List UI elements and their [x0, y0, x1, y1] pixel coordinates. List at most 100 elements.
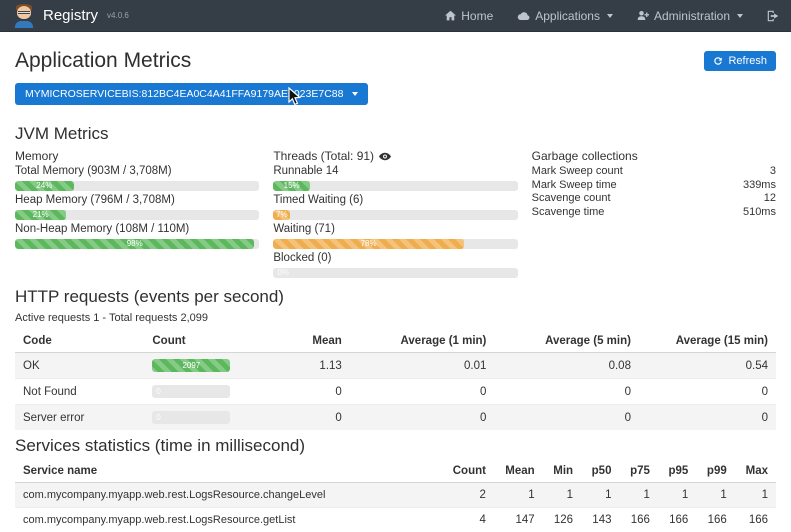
- count-value: 2097: [182, 361, 200, 371]
- top-navbar: Registry v4.0.6 Home Applications Admini…: [0, 0, 791, 32]
- metric-label: Runnable 14: [273, 165, 517, 178]
- col-p50: p50: [581, 461, 619, 483]
- services-statistics-heading: Services statistics (time in millisecond…: [15, 436, 776, 456]
- col-p99: p99: [696, 461, 734, 483]
- count-bar: 0: [152, 411, 230, 424]
- mean-cell: 0: [281, 379, 349, 405]
- table-row: com.mycompany.myapp.web.rest.LogsResourc…: [15, 508, 776, 532]
- refresh-button-label: Refresh: [728, 55, 767, 67]
- metric-label: Blocked (0): [273, 252, 517, 265]
- brand-name: Registry: [43, 7, 98, 24]
- col-max: Max: [735, 461, 776, 483]
- thread-metric: Waiting (71) 78%: [273, 223, 517, 249]
- gc-row: Scavenge count12: [532, 192, 776, 206]
- metric-label: Total Memory (903M / 3,708M): [15, 165, 259, 178]
- nav-home-label: Home: [461, 9, 493, 23]
- code-cell: Not Found: [15, 379, 144, 405]
- chevron-down-icon: [737, 14, 743, 18]
- progress-bar: 78%: [273, 239, 517, 249]
- mean-cell: 0: [281, 405, 349, 431]
- nav-applications[interactable]: Applications: [517, 9, 613, 23]
- brand-version: v4.0.6: [107, 11, 129, 20]
- progress-bar: 7%: [273, 210, 517, 220]
- memory-metric: Total Memory (903M / 3,708M) 24%: [15, 165, 259, 191]
- thread-metric: Timed Waiting (6) 7%: [273, 194, 517, 220]
- gc-row: Mark Sweep count 3: [532, 165, 776, 179]
- refresh-icon: [713, 56, 723, 66]
- eye-icon[interactable]: [379, 152, 391, 161]
- memory-metric: Non-Heap Memory (108M / 110M) 98%: [15, 223, 259, 249]
- progress-value: 98%: [127, 239, 143, 249]
- col-p75: p75: [619, 461, 657, 483]
- chevron-down-icon: [607, 14, 613, 18]
- http-requests-heading: HTTP requests (events per second): [15, 287, 776, 307]
- code-cell: OK: [15, 353, 144, 379]
- brand-link[interactable]: Registry v4.0.6: [12, 4, 129, 28]
- progress-value: 0%: [277, 268, 289, 278]
- col-avg5: Average (5 min): [494, 331, 639, 353]
- sign-out-icon: [767, 10, 779, 22]
- avg15-cell: 0: [639, 379, 776, 405]
- chevron-down-icon: [352, 92, 358, 96]
- col-avg1: Average (1 min): [350, 331, 495, 353]
- nav-home[interactable]: Home: [445, 9, 493, 23]
- avg1-cell: 0: [350, 405, 495, 431]
- metric-label: Timed Waiting (6): [273, 194, 517, 207]
- refresh-button[interactable]: Refresh: [704, 51, 776, 71]
- table-row: Not Found 0 0 0 0 0: [15, 379, 776, 405]
- memory-metric: Heap Memory (796M / 3,708M) 21%: [15, 194, 259, 220]
- progress-value: 21%: [33, 210, 49, 220]
- col-min: Min: [543, 461, 581, 483]
- avg1-cell: 0.01: [350, 353, 495, 379]
- col-mean: Mean: [494, 461, 543, 483]
- gc-row: Scavenge time510ms: [532, 206, 776, 220]
- gc-value: 339ms: [743, 179, 776, 193]
- cloud-icon: [517, 11, 530, 21]
- progress-bar: 0%: [273, 268, 517, 278]
- nav-administration-label: Administration: [654, 9, 730, 23]
- col-count: Count: [441, 461, 494, 483]
- nav-applications-label: Applications: [535, 9, 600, 23]
- service-name-cell: com.mycompany.myapp.web.rest.LogsResourc…: [15, 508, 441, 532]
- http-requests-table: Code Count Mean Average (1 min) Average …: [15, 331, 776, 430]
- threads-title: Threads (Total: 91): [273, 149, 374, 163]
- avg5-cell: 0.08: [494, 353, 639, 379]
- jvm-metrics-heading: JVM Metrics: [15, 124, 776, 144]
- nav-sign-out[interactable]: [767, 10, 779, 22]
- gc-title: Garbage collections: [532, 149, 776, 163]
- avg15-cell: 0.54: [639, 353, 776, 379]
- gc-column: Garbage collections Mark Sweep count 3 Ma…: [532, 149, 776, 281]
- table-row: OK 2097 1.13 0.01 0.08 0.54: [15, 353, 776, 379]
- users-icon: [637, 10, 649, 21]
- home-icon: [445, 10, 456, 21]
- gc-value: 3: [770, 165, 776, 179]
- count-bar: 2097: [152, 359, 230, 372]
- gc-row: Mark Sweep time339ms: [532, 179, 776, 193]
- threads-column: Threads (Total: 91) Runnable 14 15% Time…: [273, 149, 517, 281]
- instance-selector-dropdown[interactable]: MYMICROSERVICEBIS:812BC4EA0C4A41FFA9179A…: [15, 83, 368, 105]
- service-name-cell: com.mycompany.myapp.web.rest.LogsResourc…: [15, 483, 441, 508]
- progress-bar: 24%: [15, 181, 259, 191]
- http-requests-summary: Active requests 1 - Total requests 2,099: [15, 312, 776, 324]
- metric-label: Heap Memory (796M / 3,708M): [15, 194, 259, 207]
- code-cell: Server error: [15, 405, 144, 431]
- count-value: 0: [156, 387, 160, 397]
- jhipster-avatar-logo: [12, 4, 36, 28]
- gc-label: Scavenge time: [532, 206, 605, 220]
- progress-bar: 21%: [15, 210, 259, 220]
- avg15-cell: 0: [639, 405, 776, 431]
- services-statistics-table: Service name Count Mean Min p50 p75 p95 …: [15, 461, 776, 532]
- gc-label: Mark Sweep count: [532, 165, 623, 179]
- progress-value: 15%: [284, 181, 300, 191]
- thread-metric: Blocked (0) 0%: [273, 252, 517, 278]
- count-value: 0: [156, 413, 160, 423]
- mean-cell: 1.13: [281, 353, 349, 379]
- nav-administration[interactable]: Administration: [637, 9, 743, 23]
- metric-label: Waiting (71): [273, 223, 517, 236]
- memory-title: Memory: [15, 149, 259, 163]
- gc-value: 12: [764, 192, 776, 206]
- instance-selector-label: MYMICROSERVICEBIS:812BC4EA0C4A41FFA9179A…: [25, 88, 343, 100]
- table-row: com.mycompany.myapp.web.rest.LogsResourc…: [15, 483, 776, 508]
- col-mean: Mean: [281, 331, 349, 353]
- progress-bar: 15%: [273, 181, 517, 191]
